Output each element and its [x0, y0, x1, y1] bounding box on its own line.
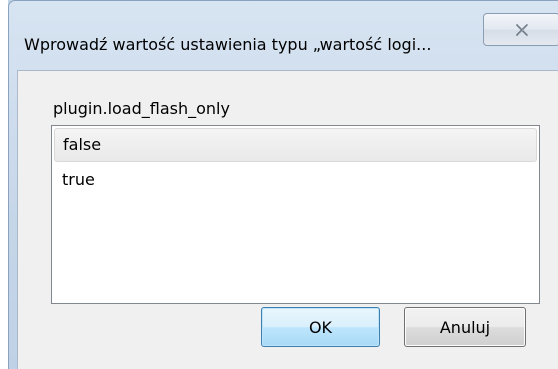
window-title: Wprowadź wartość ustawienia typu „wartoś… — [24, 35, 432, 54]
title-bar[interactable]: Wprowadź wartość ustawienia typu „wartoś… — [9, 1, 558, 69]
ok-button[interactable]: OK — [261, 307, 380, 347]
value-listbox[interactable]: false true — [51, 125, 540, 304]
list-item-true[interactable]: true — [54, 164, 537, 198]
dialog-body: plugin.load_flash_only false true OK Anu… — [17, 70, 558, 369]
background-strip — [0, 0, 8, 369]
dialog-window: Wprowadź wartość ustawienia typu „wartoś… — [0, 0, 558, 369]
close-button[interactable] — [483, 13, 558, 46]
cancel-button[interactable]: Anuluj — [404, 307, 526, 347]
close-x-icon — [514, 23, 530, 37]
list-item-false[interactable]: false — [54, 128, 537, 162]
preference-name-label: plugin.load_flash_only — [53, 99, 230, 118]
